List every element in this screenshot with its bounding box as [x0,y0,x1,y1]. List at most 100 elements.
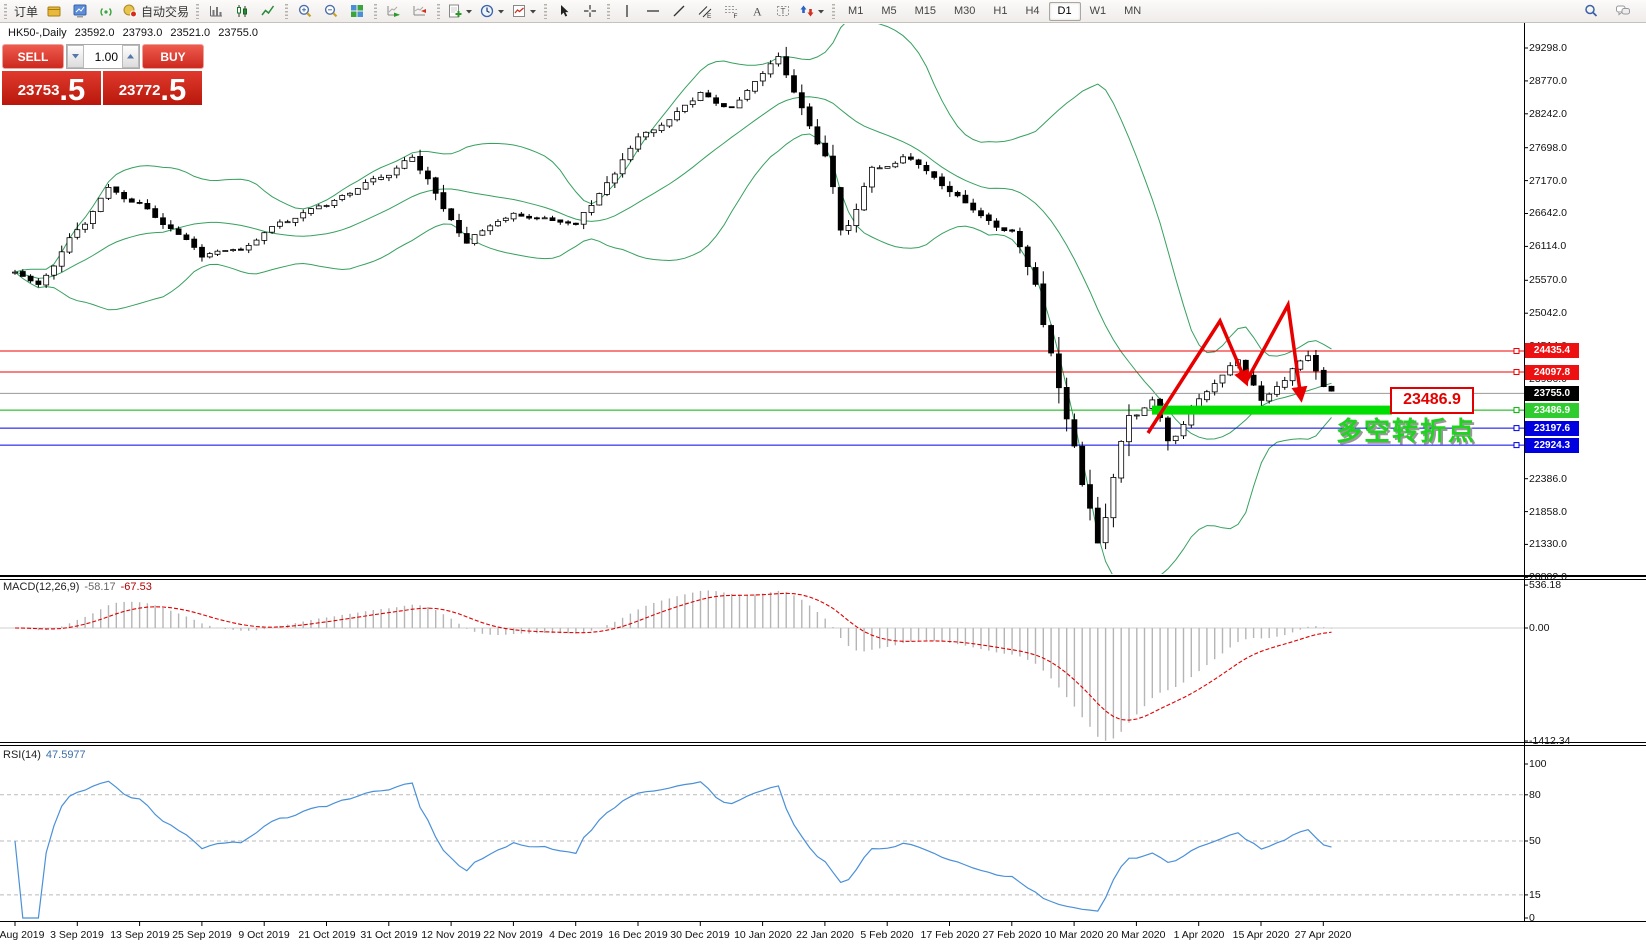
chevron-down-icon [466,9,473,13]
templates-icon[interactable] [508,1,540,21]
price-axis-tick: 22386.0 [1529,473,1567,485]
date-axis-label[interactable]: 21 Oct 2019 [298,929,355,941]
date-axis-label[interactable]: 27 Apr 2020 [1295,929,1352,941]
level-line-handle[interactable] [1513,442,1520,449]
date-axis-label[interactable]: 25 Sep 2019 [172,929,232,941]
timeframe-h4-button[interactable]: H4 [1016,2,1048,21]
label-icon[interactable]: T [770,1,796,21]
new-order-icon[interactable] [41,1,67,21]
high-value: 23793.0 [122,27,163,39]
tile-windows-icon[interactable] [344,1,370,21]
trendline-icon[interactable] [666,1,692,21]
new-chart-icon[interactable] [444,1,476,21]
date-axis-label[interactable]: 3 Sep 2019 [50,929,104,941]
date-axis-label[interactable]: 17 Feb 2020 [921,929,980,941]
line-chart-icon[interactable] [255,1,281,21]
arrows-icon[interactable] [796,1,828,21]
date-axis-label[interactable]: 27 Feb 2020 [983,929,1042,941]
date-axis-label[interactable]: 12 Nov 2019 [421,929,481,941]
zoom-out-icon[interactable] [318,1,344,21]
signal-icon[interactable] [93,1,119,21]
volume-decrease-button[interactable] [67,45,84,68]
macd-axis-tick: -1412.34 [1529,735,1571,747]
toolbar-separator [544,3,548,19]
toolbar-grip[interactable] [4,3,7,19]
date-axis-label[interactable]: 13 Sep 2019 [110,929,170,941]
chart-canvas[interactable] [0,0,1646,947]
rsi-panel-border-top [0,745,1646,746]
turning-point-annotation[interactable]: 多空转折点 [1336,411,1476,448]
bar-chart-icon[interactable] [203,1,229,21]
timeframe-h1-button[interactable]: H1 [984,2,1016,21]
price-tag-24435-4: 24435.4 [1525,343,1579,358]
level-line-handle[interactable] [1513,425,1520,432]
horizontal-line-icon[interactable] [640,1,666,21]
autotrading-button[interactable]: 自动交易 [119,1,192,21]
svg-text:E: E [707,13,712,19]
channel-icon[interactable]: E [692,1,718,21]
level-line-handle[interactable] [1513,348,1520,354]
bollinger-band-line [14,133,1332,574]
sell-button[interactable]: SELL [2,44,64,69]
price-axis-tick: 28242.0 [1529,108,1567,120]
orders-button[interactable]: 订单 [11,1,41,21]
vertical-line-icon[interactable] [614,1,640,21]
toolbar-separator [285,3,289,19]
candlestick-icon[interactable] [229,1,255,21]
rsi-indicator-label: RSI(14) 47.5977 [3,749,86,761]
buy-button[interactable]: BUY [142,44,204,69]
date-axis-label[interactable]: 10 Mar 2020 [1045,929,1104,941]
timeframe-m15-button[interactable]: M15 [906,2,945,21]
crosshair-icon[interactable] [577,1,603,21]
macd-panel-border-bottom[interactable] [0,742,1646,743]
volume-stepper: 1.00 [66,44,140,69]
date-axis-label[interactable]: 9 Oct 2019 [238,929,289,941]
date-axis-label[interactable]: 16 Dec 2019 [608,929,668,941]
level-line-handle[interactable] [1513,407,1520,414]
chart-shift-icon[interactable] [407,1,433,21]
date-axis-label[interactable]: 22 Jan 2020 [796,929,854,941]
chevron-down-icon [818,9,825,13]
timeframe-m1-button[interactable]: M1 [839,2,872,21]
date-axis-label[interactable]: 30 Dec 2019 [670,929,730,941]
price-panel-border[interactable] [0,575,1646,577]
toolbar-separator [374,3,378,19]
market-watch-icon[interactable] [67,1,93,21]
date-axis-label[interactable]: 1 Apr 2020 [1174,929,1225,941]
periods-icon[interactable] [476,1,508,21]
bollinger-band-line [14,24,1332,357]
timeframe-mn-button[interactable]: MN [1115,2,1150,21]
search-icon[interactable] [1578,1,1604,21]
date-axis-label[interactable]: 5 Feb 2020 [860,929,913,941]
fibonacci-icon[interactable]: F [718,1,744,21]
timeframe-m30-button[interactable]: M30 [945,2,984,21]
timeframe-m5-button[interactable]: M5 [872,2,905,21]
date-axis-label[interactable]: 20 Mar 2020 [1107,929,1166,941]
cursor-icon[interactable] [551,1,577,21]
auto-scroll-icon[interactable] [381,1,407,21]
svg-text:T: T [781,7,786,16]
chat-icon[interactable] [1610,1,1636,21]
svg-text:A: A [753,5,762,19]
rsi-axis-tick: 100 [1529,758,1547,770]
level-line-handle[interactable] [1513,369,1520,375]
date-axis-label[interactable]: 4 Dec 2019 [549,929,603,941]
date-axis-label[interactable]: 22 Nov 2019 [483,929,543,941]
volume-increase-button[interactable] [122,45,139,68]
toolbar-separator [832,3,836,19]
date-axis-label[interactable]: 15 Apr 2020 [1233,929,1290,941]
text-icon[interactable]: A [744,1,770,21]
date-axis-label[interactable]: 31 Oct 2019 [360,929,417,941]
triangle-down-icon [72,54,79,59]
candlesticks [12,46,1335,550]
zoom-in-icon[interactable] [292,1,318,21]
sell-price-display[interactable]: 23753.5 [2,71,101,105]
price-axis-tick: 21330.0 [1529,538,1567,550]
price-annotation-box[interactable]: 23486.9 [1390,387,1474,414]
timeframe-w1-button[interactable]: W1 [1081,2,1116,21]
date-axis-label[interactable]: 22 Aug 2019 [0,929,44,941]
buy-price-display[interactable]: 23772.5 [103,71,202,105]
volume-input[interactable]: 1.00 [84,45,122,68]
timeframe-d1-button[interactable]: D1 [1048,1,1081,21]
date-axis-label[interactable]: 10 Jan 2020 [734,929,792,941]
